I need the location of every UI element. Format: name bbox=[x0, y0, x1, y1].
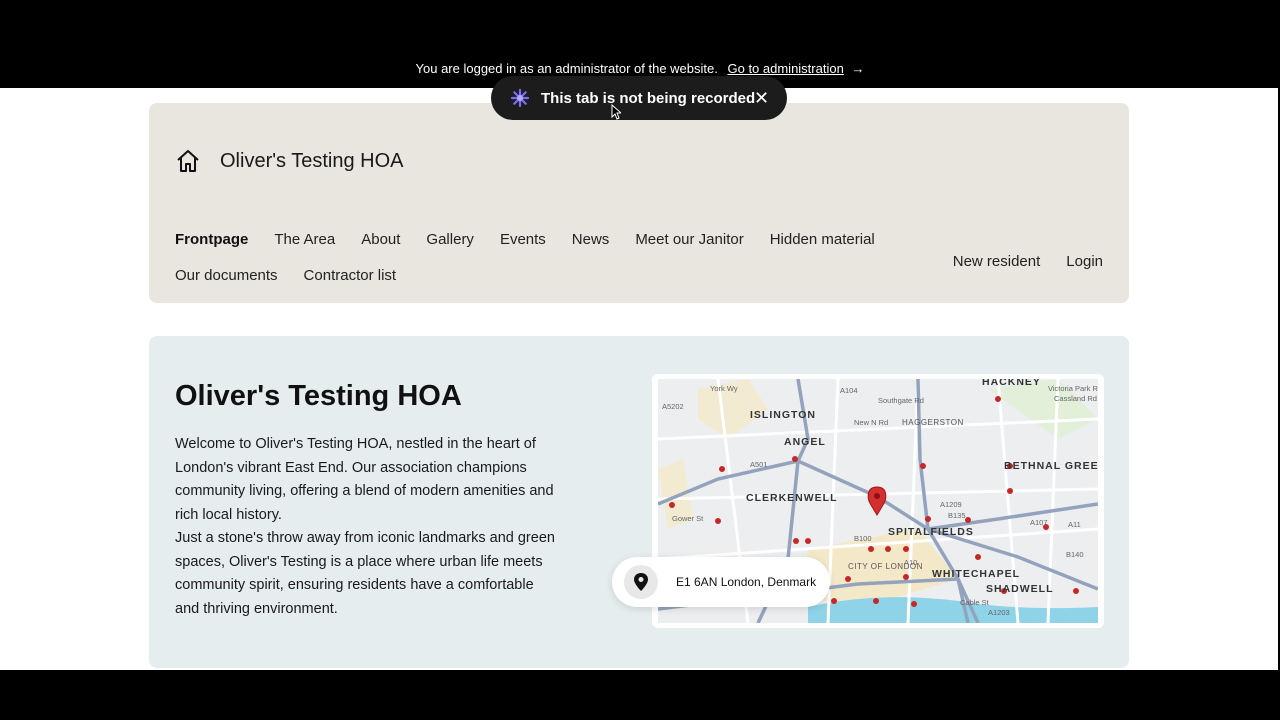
nav-item-events[interactable]: Events bbox=[500, 231, 546, 249]
nav-item-gallery[interactable]: Gallery bbox=[426, 231, 474, 249]
close-icon[interactable]: ✕ bbox=[754, 88, 769, 108]
admin-message: You are logged in as an administrator of… bbox=[0, 61, 1280, 76]
map-road-label-b135: B135 bbox=[948, 511, 966, 520]
map-road-label-cassland-rd: Cassland Rd bbox=[1054, 394, 1097, 403]
recording-toast-text: This tab is not being recorded bbox=[541, 89, 756, 107]
mouse-cursor-icon bbox=[611, 104, 621, 120]
admin-message-text: You are logged in as an administrator of… bbox=[415, 61, 718, 76]
bottom-bar bbox=[0, 670, 1280, 720]
nav-item-frontpage[interactable]: Frontpage bbox=[175, 231, 248, 249]
map-label-hackney: HACKNEY bbox=[982, 379, 1041, 388]
hero-text: Welcome to Oliver's Testing HOA, nestled… bbox=[175, 433, 555, 621]
hero-section: Oliver's Testing HOA Welcome to Oliver's… bbox=[149, 336, 1129, 668]
map-road-label-southgate-rd: Southgate Rd bbox=[878, 396, 924, 405]
page: Oliver's Testing HOA Frontpage The Area … bbox=[0, 88, 1278, 670]
map-road-label-new-n-rd: New N Rd bbox=[854, 418, 888, 427]
nav-item-hidden-material[interactable]: Hidden material bbox=[770, 231, 875, 249]
hero-paragraph-1: Welcome to Oliver's Testing HOA, nestled… bbox=[175, 436, 554, 523]
map-road-label-b140: B140 bbox=[1066, 550, 1084, 559]
site-name: Oliver's Testing HOA bbox=[220, 149, 404, 172]
admin-bar: You are logged in as an administrator of… bbox=[0, 0, 1280, 88]
new-resident-link[interactable]: New resident bbox=[953, 253, 1041, 270]
map-road-label-york-wy: York Wy bbox=[710, 384, 738, 393]
map-label-shadwell: SHADWELL bbox=[986, 583, 1054, 595]
nav-item-our-documents[interactable]: Our documents bbox=[175, 267, 278, 285]
map-road-label-a10: A10 bbox=[904, 558, 917, 567]
home-icon bbox=[177, 150, 199, 172]
map-road-label-a1203: A1203 bbox=[988, 608, 1010, 617]
map-road-label-a11: A11 bbox=[1068, 520, 1081, 529]
map-label-bethnal-green: BETHNAL GREEN bbox=[1004, 460, 1098, 472]
login-link[interactable]: Login bbox=[1066, 253, 1103, 270]
arrow-right-icon: → bbox=[851, 61, 865, 76]
nav-item-contractor-list[interactable]: Contractor list bbox=[304, 267, 397, 285]
sparkle-icon bbox=[510, 88, 530, 108]
map-road-label-a104: A104 bbox=[840, 386, 858, 395]
nav-item-the-area[interactable]: The Area bbox=[274, 231, 335, 249]
site-header: Oliver's Testing HOA Frontpage The Area … bbox=[149, 103, 1129, 303]
nav-item-meet-our-janitor[interactable]: Meet our Janitor bbox=[635, 231, 743, 249]
map-road-label-b100: B100 bbox=[854, 534, 872, 543]
nav-item-news[interactable]: News bbox=[572, 231, 610, 249]
location-pin-icon bbox=[624, 565, 658, 599]
map-road-label-a501: A501 bbox=[750, 460, 768, 469]
map-road-label-a1209: A1209 bbox=[940, 500, 962, 509]
hero-title: Oliver's Testing HOA bbox=[175, 380, 462, 412]
map-road-label-gower-st: Gower St bbox=[672, 514, 704, 523]
address-text: E1 6AN London, Denmark bbox=[676, 575, 817, 589]
auth-links: New resident Login bbox=[953, 253, 1103, 270]
map-road-label-a5202: A5202 bbox=[662, 402, 684, 411]
map-label-haggerston: HAGGERSTON bbox=[902, 418, 964, 427]
main-nav: Frontpage The Area About Gallery Events … bbox=[175, 231, 895, 285]
go-to-administration-link[interactable]: Go to administration bbox=[727, 61, 843, 76]
brand[interactable]: Oliver's Testing HOA bbox=[175, 148, 404, 174]
recording-toast: This tab is not being recorded ✕ bbox=[491, 76, 787, 120]
map-road-label-a107: A107 bbox=[1030, 518, 1048, 527]
map-road-label-victoria-park-rd: Victoria Park Rd bbox=[1048, 384, 1098, 393]
map-label-angel: ANGEL bbox=[784, 436, 826, 448]
map-label-whitechapel: WHITECHAPEL bbox=[932, 568, 1020, 580]
nav-item-about[interactable]: About bbox=[361, 231, 400, 249]
map-label-clerkenwell: CLERKENWELL bbox=[746, 492, 838, 504]
hero-paragraph-2: Just a stone's throw away from iconic la… bbox=[175, 530, 555, 617]
map-label-spitalfields: SPITALFIELDS bbox=[888, 526, 974, 538]
address-pill[interactable]: E1 6AN London, Denmark bbox=[612, 557, 831, 607]
map-road-label-cable-st: Cable St bbox=[960, 598, 990, 607]
map-label-islington: ISLINGTON bbox=[750, 409, 816, 421]
